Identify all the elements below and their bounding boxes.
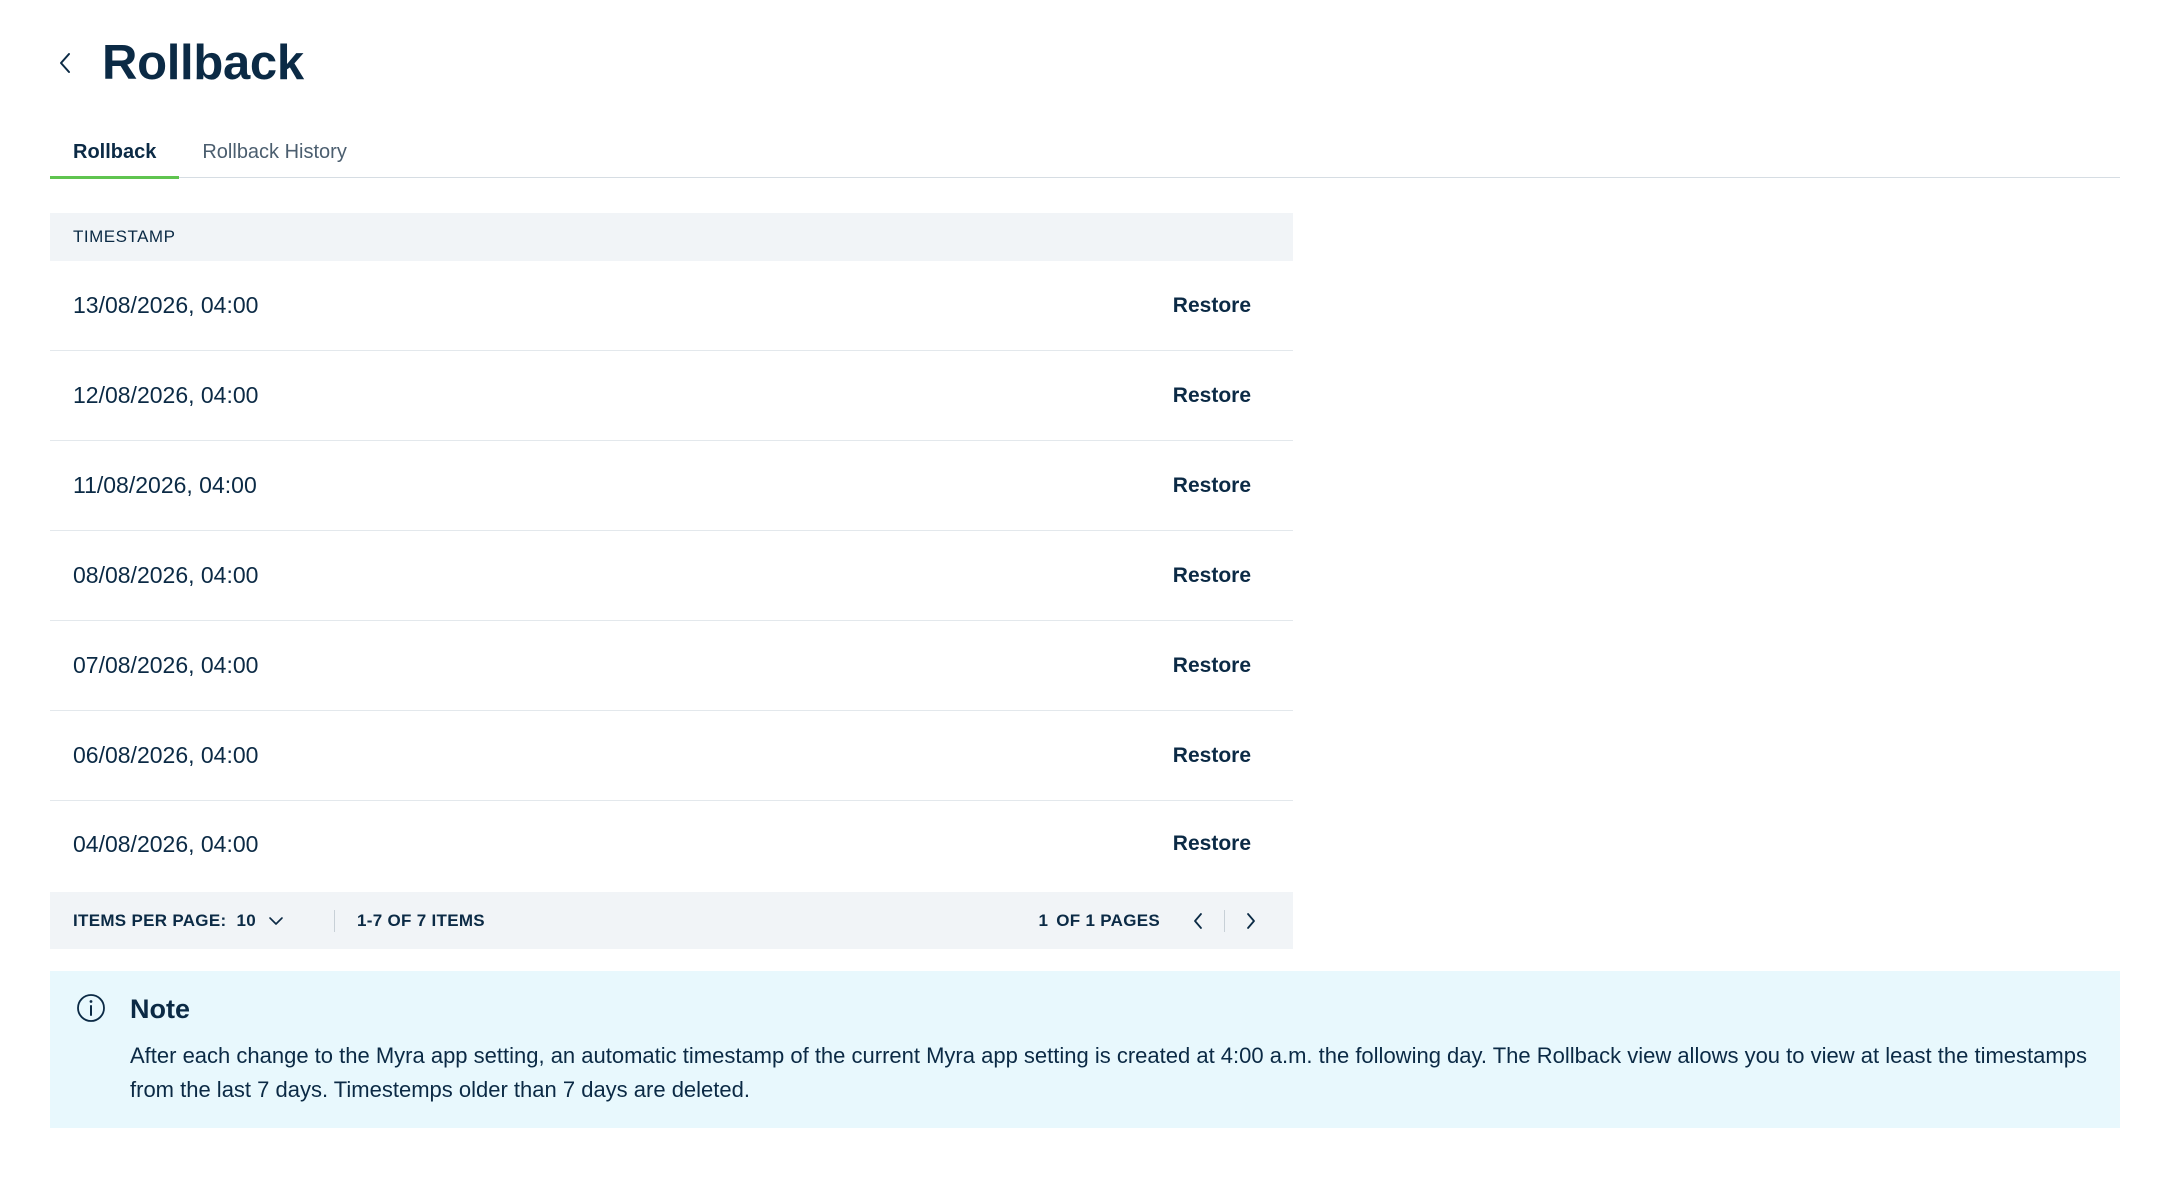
back-button[interactable] xyxy=(50,43,80,83)
restore-button[interactable]: Restore xyxy=(1173,654,1251,678)
divider xyxy=(1224,909,1225,932)
timestamp-cell: 08/08/2026, 04:00 xyxy=(73,562,259,588)
column-header-timestamp: TIMESTAMP xyxy=(73,227,176,246)
table-row: 07/08/2026, 04:00 Restore xyxy=(50,621,1293,711)
page-count: OF 1 PAGES xyxy=(1056,910,1160,930)
page-title: Rollback xyxy=(102,36,304,90)
page-header: Rollback xyxy=(50,28,304,98)
note-text: After each change to the Myra app settin… xyxy=(130,1043,2087,1102)
note-panel: Note After each change to the Myra app s… xyxy=(50,971,2120,1128)
timestamp-cell: 04/08/2026, 04:00 xyxy=(73,830,259,857)
timestamp-cell: 12/08/2026, 04:00 xyxy=(73,382,259,408)
table-row: 04/08/2026, 04:00 Restore xyxy=(50,801,1293,887)
table-header: TIMESTAMP xyxy=(50,213,1293,261)
timestamp-cell: 07/08/2026, 04:00 xyxy=(73,652,259,678)
items-per-page-value: 10 xyxy=(236,910,256,930)
chevron-left-icon xyxy=(1194,912,1202,929)
timestamp-cell: 06/08/2026, 04:00 xyxy=(73,742,259,768)
restore-button[interactable]: Restore xyxy=(1173,384,1251,408)
timestamp-cell: 11/08/2026, 04:00 xyxy=(73,472,257,498)
items-per-page-select[interactable]: 10 xyxy=(236,911,284,931)
items-per-page: ITEMS PER PAGE: 10 xyxy=(50,892,334,949)
restore-button[interactable]: Restore xyxy=(1173,294,1251,318)
table-row: 11/08/2026, 04:00 Restore xyxy=(50,441,1293,531)
pagination-bar: ITEMS PER PAGE: 10 1-7 OF 7 ITEMS 1 OF 1… xyxy=(50,892,1293,949)
rollback-table: TIMESTAMP 13/08/2026, 04:00 Restore 12/0… xyxy=(50,213,1293,887)
tab-bar: Rollback Rollback History xyxy=(50,126,2120,179)
restore-button[interactable]: Restore xyxy=(1173,832,1251,856)
chevron-right-icon xyxy=(1247,912,1255,929)
page-navigation: 1 OF 1 PAGES xyxy=(1038,903,1293,939)
tab-rollback-history[interactable]: Rollback History xyxy=(179,126,369,178)
restore-button[interactable]: Restore xyxy=(1173,474,1251,498)
chevron-down-icon xyxy=(269,916,283,925)
note-title: Note xyxy=(130,994,190,1024)
tab-rollback[interactable]: Rollback xyxy=(50,126,180,179)
items-range: 1-7 OF 7 ITEMS xyxy=(357,910,485,930)
chevron-left-icon xyxy=(60,53,70,73)
timestamp-cell: 13/08/2026, 04:00 xyxy=(73,292,259,318)
info-icon xyxy=(77,994,105,1022)
table-row: 13/08/2026, 04:00 Restore xyxy=(50,261,1293,351)
items-per-page-label: ITEMS PER PAGE: xyxy=(73,910,227,930)
previous-page-button[interactable] xyxy=(1180,903,1216,939)
table-row: 08/08/2026, 04:00 Restore xyxy=(50,531,1293,621)
table-row: 12/08/2026, 04:00 Restore xyxy=(50,351,1293,441)
restore-button[interactable]: Restore xyxy=(1173,744,1251,768)
restore-button[interactable]: Restore xyxy=(1173,564,1251,588)
next-page-button[interactable] xyxy=(1233,903,1269,939)
table-row: 06/08/2026, 04:00 Restore xyxy=(50,711,1293,801)
current-page: 1 xyxy=(1038,910,1049,930)
